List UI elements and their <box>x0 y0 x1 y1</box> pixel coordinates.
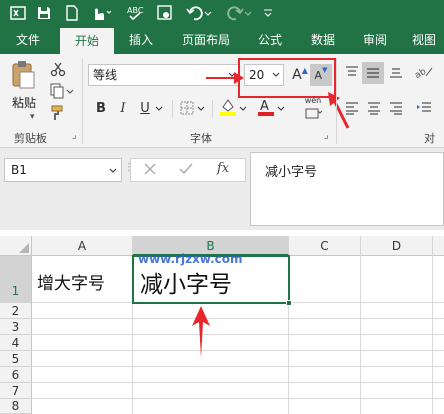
row-header-8[interactable]: 8 <box>0 399 32 414</box>
svg-text:A: A <box>260 99 269 114</box>
fill-color-dropdown-icon[interactable] <box>238 102 248 116</box>
phonetic-guide-label[interactable]: wén <box>300 96 326 105</box>
name-box-value: B1 <box>11 163 27 177</box>
phonetic-guide-icon[interactable] <box>300 106 326 120</box>
column-header-a[interactable]: A <box>32 236 133 256</box>
font-divider <box>172 100 173 118</box>
select-all-corner[interactable] <box>0 236 32 256</box>
align-right-icon[interactable] <box>386 98 406 118</box>
font-color-dropdown-icon[interactable] <box>276 102 286 116</box>
ribbon-tabs: 文件 开始 插入 页面布局 公式 数据 审阅 视图 <box>0 26 444 54</box>
tab-review[interactable]: 审阅 <box>352 26 398 54</box>
align-top-icon[interactable] <box>342 62 362 82</box>
gridline <box>32 398 444 399</box>
tab-data[interactable]: 数据 <box>300 26 346 54</box>
touch-mode-2-icon[interactable] <box>152 0 178 26</box>
paste-dropdown-icon[interactable]: ▾ <box>30 112 35 122</box>
column-header-e-partial[interactable] <box>433 236 444 256</box>
align-center-icon[interactable] <box>364 98 384 118</box>
row-header-4[interactable]: 4 <box>0 335 32 351</box>
font-color-icon[interactable]: A <box>256 96 276 118</box>
borders-icon[interactable] <box>178 98 196 118</box>
column-header-d[interactable]: D <box>361 236 433 256</box>
row-header-6[interactable]: 6 <box>0 367 32 383</box>
worksheet-grid: A B C D 1 2 3 4 5 6 7 8 增大字号 减小字号 www.rj… <box>0 236 444 414</box>
underline-button[interactable]: U <box>136 98 154 118</box>
fill-handle[interactable] <box>286 300 292 306</box>
annotation-arrow-icon <box>206 72 244 84</box>
cell-b1-text: 减小字号 <box>140 272 232 298</box>
clipboard-icon[interactable] <box>8 60 38 90</box>
touch-mode-icon[interactable] <box>86 0 116 26</box>
group-divider <box>82 58 83 144</box>
row-header-2[interactable]: 2 <box>0 303 32 319</box>
clipboard-launcher-icon[interactable]: ⌟ <box>72 130 77 141</box>
name-box[interactable]: B1 <box>4 158 122 182</box>
gridline <box>432 256 433 414</box>
orientation-icon[interactable]: ab <box>412 62 436 82</box>
enter-icon[interactable] <box>179 162 193 179</box>
row-header-7[interactable]: 7 <box>0 383 32 399</box>
group-divider <box>336 58 337 144</box>
name-box-dropdown-icon[interactable] <box>109 159 117 181</box>
insert-function-button[interactable]: fx <box>217 161 229 176</box>
customize-qat-icon[interactable] <box>260 0 276 26</box>
spelling-check-icon[interactable]: ABC <box>122 0 148 26</box>
align-left-icon[interactable] <box>342 98 362 118</box>
tab-insert[interactable]: 插入 <box>118 26 164 54</box>
column-header-c[interactable]: C <box>289 236 361 256</box>
excel-logo-icon <box>6 0 30 26</box>
tab-view[interactable]: 视图 <box>404 26 444 54</box>
svg-text:ab: ab <box>414 67 428 80</box>
undo-icon[interactable] <box>182 0 216 26</box>
svg-text:ABC: ABC <box>127 6 144 15</box>
redo-icon[interactable] <box>222 0 256 26</box>
font-name-value: 等线 <box>93 68 118 82</box>
cut-icon[interactable] <box>48 60 68 78</box>
indent-icon[interactable] <box>412 98 436 118</box>
borders-dropdown-icon[interactable] <box>196 102 206 116</box>
cell-a1-text: 增大字号 <box>37 274 105 294</box>
tab-file[interactable]: 文件 <box>2 26 54 54</box>
font-group-label: 字体 <box>190 132 212 145</box>
row-header-3[interactable]: 3 <box>0 319 32 335</box>
quick-access-toolbar: ABC <box>0 0 444 26</box>
paste-button-label[interactable]: 粘贴 <box>12 94 36 111</box>
ribbon-home: 粘贴 ▾ 剪贴板 ⌟ 等线 20 A ▲ A ▼ B I U A wén 字体 … <box>0 54 444 161</box>
gridline <box>32 334 444 335</box>
tab-page-layout[interactable]: 页面布局 <box>170 26 242 54</box>
bold-button[interactable]: B <box>92 98 110 118</box>
align-middle-icon[interactable] <box>362 62 384 84</box>
row-header-1[interactable]: 1 <box>0 256 32 303</box>
gridline <box>32 318 444 319</box>
italic-button[interactable]: I <box>114 98 132 118</box>
gridline <box>32 366 444 367</box>
formula-bar-area: B1 ⋮ fx 减小字号 <box>0 148 444 230</box>
tab-formulas[interactable]: 公式 <box>248 26 292 54</box>
formula-controls: fx <box>130 158 246 182</box>
row-header-5[interactable]: 5 <box>0 351 32 367</box>
gridline <box>32 350 444 351</box>
copy-icon[interactable] <box>48 82 78 100</box>
align-bottom-icon[interactable] <box>386 62 406 82</box>
format-painter-icon[interactable] <box>48 104 68 122</box>
gridline <box>360 256 361 414</box>
gridline <box>32 382 444 383</box>
annotation-up-arrow-icon <box>192 306 210 358</box>
tab-home[interactable]: 开始 <box>60 28 114 54</box>
clipboard-group-label: 剪贴板 <box>14 132 47 145</box>
font-divider <box>212 100 213 118</box>
cell-a1[interactable]: 增大字号 <box>33 257 132 302</box>
save-icon[interactable] <box>32 0 56 26</box>
annotation-highlight-box <box>238 58 336 98</box>
watermark-text: www.rjzxw.com <box>138 252 243 266</box>
cancel-icon[interactable] <box>143 162 157 179</box>
font-launcher-icon[interactable]: ⌟ <box>324 130 329 141</box>
formula-input[interactable]: 减小字号 <box>250 152 444 226</box>
underline-dropdown-icon[interactable] <box>154 102 164 116</box>
fill-color-icon[interactable] <box>218 96 238 118</box>
new-file-icon[interactable] <box>60 0 84 26</box>
